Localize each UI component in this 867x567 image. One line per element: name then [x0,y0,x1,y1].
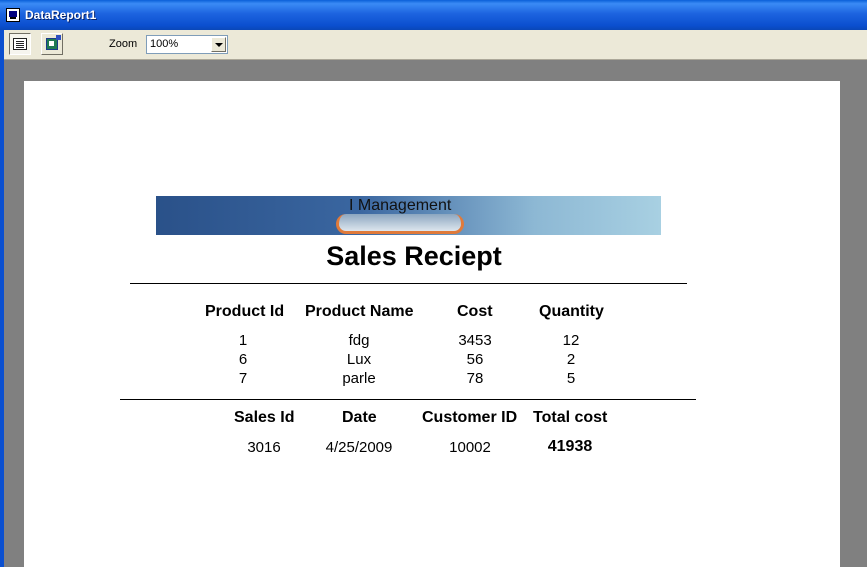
chevron-down-icon[interactable] [211,37,226,52]
product-name-cell: fdg [348,332,370,349]
report-title: Sales Reciept [326,241,502,271]
sales-id-value: 3016 [247,439,281,456]
app-icon[interactable] [6,8,20,22]
report-page: I Management Sales Reciept Product Id Pr… [24,81,840,567]
product-cost-cell: 3453 [458,332,492,349]
header-date: Date [342,409,377,426]
zoom-select[interactable]: 100% [146,35,228,54]
product-id-cell: 1 [238,332,248,349]
total-cost-value: 41938 [547,438,593,455]
product-cost-cell: 56 [466,351,484,368]
title-bar[interactable]: DataReport1 [0,0,867,30]
customer-id-value: 10002 [449,439,491,456]
print-icon [13,38,27,50]
export-icon [46,35,61,50]
header-product-id: Product Id [205,303,285,320]
header-product-name: Product Name [305,303,414,320]
divider-line [130,283,687,284]
header-quantity: Quantity [539,303,604,320]
print-button[interactable] [9,33,31,55]
header-customer-id: Customer ID [422,409,518,426]
zoom-value: 100% [150,38,179,50]
product-qty-cell: 5 [566,370,576,387]
product-name-cell: parle [342,370,376,387]
divider-line [120,399,696,400]
banner-text: I Management [349,197,452,214]
window-title: DataReport1 [25,8,97,22]
product-id-cell: 7 [238,370,248,387]
zoom-label: Zoom [109,38,138,50]
product-id-cell: 6 [238,351,248,368]
product-cost-cell: 78 [466,370,484,387]
header-cost: Cost [457,303,493,320]
header-total-cost: Total cost [533,409,608,426]
report-banner: I Management [156,196,661,235]
product-qty-cell: 12 [562,332,580,349]
window-frame-left [0,30,4,567]
banner-swoosh-graphic [336,214,464,234]
toolbar: Zoom 100% [0,30,867,60]
product-name-cell: Lux [346,351,372,368]
date-value: 4/25/2009 [325,439,393,456]
header-sales-id: Sales Id [234,409,295,426]
export-button[interactable] [41,33,63,55]
product-qty-cell: 2 [566,351,576,368]
